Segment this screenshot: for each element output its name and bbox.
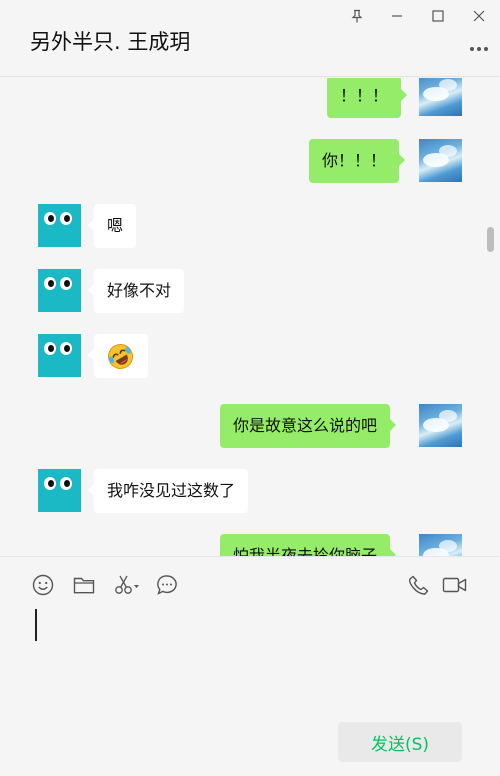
message-bubble[interactable]: 我咋没见过这数了 <box>87 469 249 513</box>
phone-icon[interactable] <box>407 573 431 597</box>
chat-bubble-icon[interactable] <box>155 573 179 597</box>
more-options-icon[interactable] <box>468 42 490 56</box>
send-button[interactable]: 发送(S) <box>338 722 462 762</box>
message-bubble[interactable]: 好像不对 <box>87 269 185 313</box>
self-avatar[interactable] <box>419 78 462 116</box>
pin-icon[interactable] <box>343 4 371 28</box>
self-avatar[interactable] <box>419 404 462 447</box>
message-bubble[interactable] <box>88 334 148 378</box>
message-bubble[interactable]: 你是故意这么说的吧 <box>220 404 397 448</box>
message-bubble[interactable]: 怕我半夜去拎你脑子 <box>220 534 397 556</box>
title-bar: 另外半只. 王成玥 <box>0 0 500 77</box>
input-panel: 发送(S) <box>0 556 500 776</box>
self-avatar[interactable] <box>419 139 462 182</box>
contact-avatar[interactable] <box>38 469 81 512</box>
emoji-icon[interactable] <box>31 573 55 597</box>
folder-icon[interactable] <box>72 573 96 597</box>
rolling-laughing-emoji <box>108 344 133 369</box>
contact-avatar[interactable] <box>38 334 81 377</box>
chat-title: 另外半只. 王成玥 <box>30 30 191 54</box>
contact-avatar[interactable] <box>38 269 81 312</box>
message-list[interactable]: ！！！ 你！！！ 嗯 好像不对 你是故意这么说的吧 我咋没见过这数了 怕我半夜去… <box>0 78 500 556</box>
message-bubble[interactable]: ！！！ <box>327 78 408 118</box>
message-bubble[interactable]: 你！！！ <box>309 139 406 183</box>
self-avatar[interactable] <box>419 534 462 556</box>
maximize-icon[interactable] <box>424 4 452 28</box>
scrollbar-thumb[interactable] <box>487 227 494 252</box>
text-input[interactable] <box>35 609 37 641</box>
video-icon[interactable] <box>441 573 469 597</box>
minimize-icon[interactable] <box>383 4 411 28</box>
scissors-icon[interactable] <box>113 573 141 597</box>
close-icon[interactable] <box>465 4 493 28</box>
contact-avatar[interactable] <box>38 204 81 247</box>
message-bubble[interactable]: 嗯 <box>87 204 137 248</box>
